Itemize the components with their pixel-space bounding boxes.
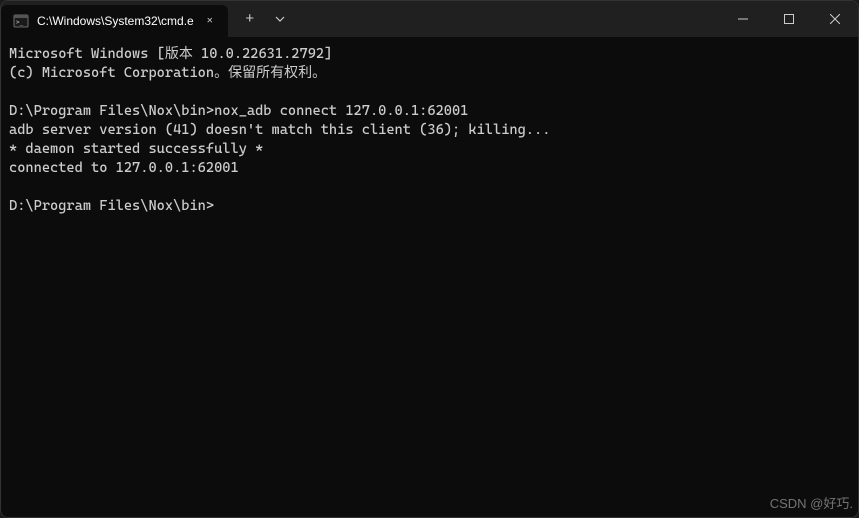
tab-close-button[interactable]: ✕	[202, 13, 218, 29]
terminal-line: D:\Program Files\Nox\bin>nox_adb connect…	[9, 103, 468, 119]
terminal-line: adb server version (41) doesn't match th…	[9, 122, 550, 138]
titlebar[interactable]: >_ C:\Windows\System32\cmd.e ✕ +	[1, 1, 858, 37]
tab-dropdown-button[interactable]	[266, 3, 294, 35]
terminal-body[interactable]: Microsoft Windows [版本 10.0.22631.2792] (…	[1, 37, 858, 517]
cmd-icon: >_	[13, 13, 29, 29]
terminal-line: * daemon started successfully *	[9, 141, 263, 157]
maximize-icon	[784, 14, 794, 24]
terminal-window: >_ C:\Windows\System32\cmd.e ✕ +	[0, 0, 859, 518]
terminal-line: (c) Microsoft Corporation。保留所有权利。	[9, 65, 326, 81]
svg-text:>_: >_	[16, 19, 24, 26]
terminal-prompt: D:\Program Files\Nox\bin>	[9, 198, 214, 214]
chevron-down-icon	[275, 14, 285, 24]
minimize-button[interactable]	[720, 1, 766, 37]
new-tab-button[interactable]: +	[234, 3, 266, 35]
tab-active[interactable]: >_ C:\Windows\System32\cmd.e ✕	[1, 5, 228, 37]
tab-title: C:\Windows\System32\cmd.e	[37, 14, 194, 28]
close-button[interactable]	[812, 1, 858, 37]
window-controls	[720, 1, 858, 37]
watermark: CSDN @好巧.	[770, 493, 853, 512]
terminal-output: Microsoft Windows [版本 10.0.22631.2792] (…	[9, 45, 850, 216]
close-icon	[830, 14, 840, 24]
minimize-icon	[738, 14, 748, 24]
terminal-line: connected to 127.0.0.1:62001	[9, 160, 239, 176]
maximize-button[interactable]	[766, 1, 812, 37]
terminal-line: Microsoft Windows [版本 10.0.22631.2792]	[9, 46, 332, 62]
